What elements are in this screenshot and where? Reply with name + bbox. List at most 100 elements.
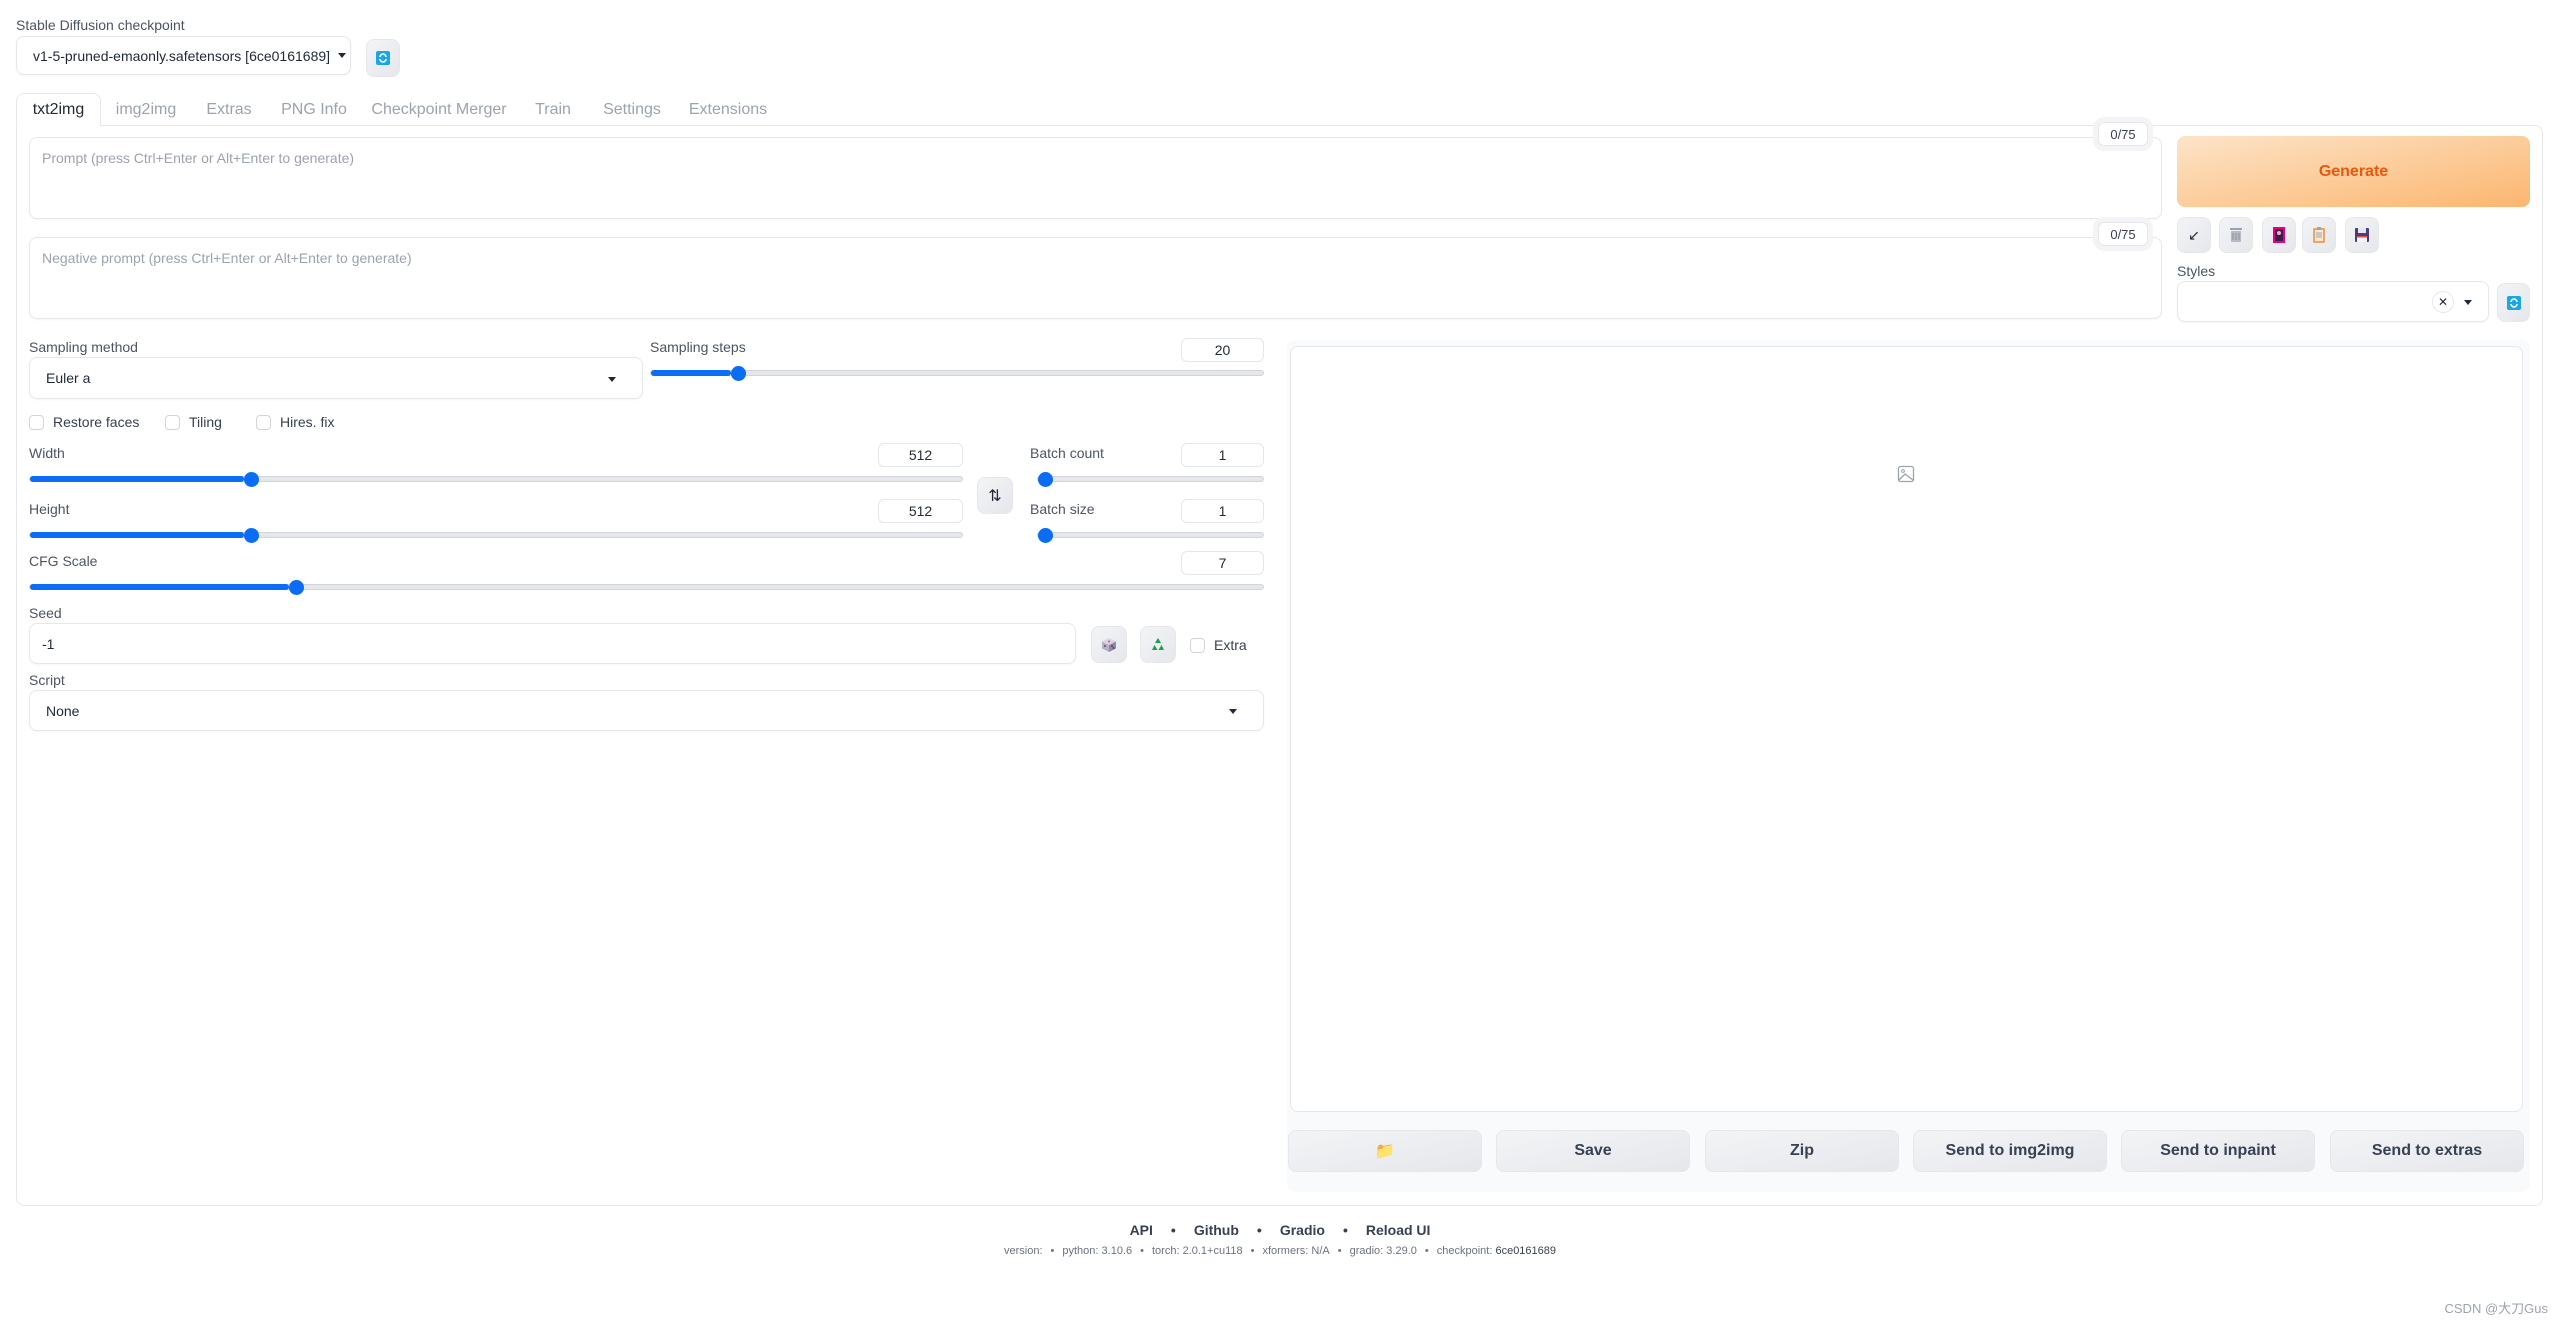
footer-link-gradio[interactable]: Gradio (1280, 1222, 1325, 1238)
swap-arrows-icon: ⇅ (988, 487, 1002, 505)
recycle-icon (1152, 637, 1164, 650)
batch-count-label: Batch count (1030, 445, 1104, 461)
arrow-down-left-icon: ↙ (2188, 226, 2200, 243)
hires-fix-checkbox[interactable] (256, 415, 271, 430)
slider-thumb[interactable] (288, 580, 304, 595)
refresh-styles-button[interactable] (2497, 283, 2530, 322)
tab-png-info[interactable]: PNG Info (272, 93, 356, 126)
folder-icon: 📁 (1375, 1143, 1395, 1160)
tab-img2img[interactable]: img2img (106, 93, 186, 126)
styles-label: Styles (2177, 263, 2216, 279)
dice-icon (1102, 637, 1116, 652)
footer-separator: • (1170, 1222, 1176, 1238)
send-to-extras-button[interactable]: Send to extras (2330, 1130, 2524, 1172)
send-to-inpaint-button[interactable]: Send to inpaint (2121, 1130, 2315, 1172)
zip-button[interactable]: Zip (1705, 1130, 1899, 1172)
chevron-down-icon (2464, 300, 2472, 305)
footer-separator: • (1050, 1245, 1055, 1257)
width-input[interactable]: 512 (878, 443, 963, 467)
slider-thumb[interactable] (730, 366, 746, 381)
version-item: xformers: N/A (1262, 1245, 1329, 1257)
slider-fill (651, 370, 731, 376)
extra-seed-label: Extra (1214, 637, 1247, 653)
batch-size-input[interactable]: 1 (1181, 499, 1264, 523)
tab-train[interactable]: Train (522, 93, 584, 126)
tab-extras[interactable]: Extras (196, 93, 262, 126)
tab-extensions[interactable]: Extensions (680, 93, 776, 126)
apply-style-button[interactable] (2302, 217, 2336, 253)
footer-separator: • (1250, 1245, 1255, 1257)
cfg-scale-slider[interactable] (29, 580, 1264, 595)
checkpoint-label: Stable Diffusion checkpoint (16, 17, 185, 33)
sampling-method-value: Euler a (46, 370, 91, 386)
width-slider[interactable] (29, 472, 963, 487)
styles-dropdown[interactable]: ✕ (2177, 281, 2489, 322)
version-key: torch: (1151, 1245, 1180, 1257)
version-key: checkpoint: (1436, 1245, 1493, 1257)
refresh-checkpoint-button[interactable] (366, 39, 400, 77)
floppy-disk-icon (2355, 228, 2369, 242)
swap-dimensions-button[interactable]: ⇅ (977, 477, 1013, 514)
batch-size-label: Batch size (1030, 501, 1095, 517)
reuse-seed-button[interactable] (1140, 626, 1176, 663)
send-to-img2img-button[interactable]: Send to img2img (1913, 1130, 2107, 1172)
footer-separator: • (1342, 1222, 1348, 1238)
footer-separator: • (1256, 1222, 1262, 1238)
sampling-steps-input[interactable]: 20 (1181, 338, 1264, 362)
batch-count-slider[interactable] (1037, 472, 1264, 487)
chevron-down-icon (608, 377, 616, 382)
footer-link-github[interactable]: Github (1194, 1222, 1239, 1238)
slider-fill (30, 584, 289, 590)
version-value: 6ce0161689 (1495, 1245, 1557, 1257)
seed-label: Seed (29, 605, 62, 621)
prompt-input[interactable]: Prompt (press Ctrl+Enter or Alt+Enter to… (29, 137, 2162, 219)
clear-styles-icon[interactable]: ✕ (2432, 291, 2454, 313)
restore-faces-checkbox[interactable] (29, 415, 44, 430)
batch-size-slider[interactable] (1037, 528, 1264, 543)
negative-prompt-input[interactable]: Negative prompt (press Ctrl+Enter or Alt… (29, 237, 2162, 319)
height-input[interactable]: 512 (878, 499, 963, 523)
seed-value: -1 (42, 635, 55, 652)
version-key: python: (1062, 1245, 1099, 1257)
save-style-button[interactable] (2345, 217, 2379, 253)
random-seed-button[interactable] (1091, 626, 1127, 663)
read-params-button[interactable]: ↙ (2177, 217, 2211, 253)
sampling-steps-slider[interactable] (650, 366, 1264, 381)
clear-prompt-button[interactable] (2219, 217, 2253, 253)
height-slider[interactable] (29, 528, 963, 543)
cfg-scale-label: CFG Scale (29, 553, 98, 569)
sampling-steps-label: Sampling steps (650, 339, 746, 355)
version-key: version: (1003, 1245, 1043, 1257)
open-folder-button[interactable]: 📁 (1288, 1130, 1482, 1172)
output-gallery[interactable] (1290, 346, 2523, 1112)
version-item: version: (1004, 1245, 1043, 1257)
tab-checkpoint-merger[interactable]: Checkpoint Merger (366, 93, 512, 126)
batch-count-input[interactable]: 1 (1181, 443, 1264, 467)
negative-prompt-token-counter: 0/75 (2098, 222, 2148, 246)
seed-input[interactable]: -1 (29, 623, 1076, 664)
slider-thumb[interactable] (1038, 528, 1053, 543)
footer-link-reload-ui[interactable]: Reload UI (1366, 1222, 1431, 1238)
version-item: gradio: 3.29.0 (1350, 1245, 1417, 1257)
tab-settings[interactable]: Settings (594, 93, 670, 126)
slider-thumb[interactable] (1038, 472, 1053, 487)
script-value: None (46, 702, 80, 719)
width-label: Width (29, 445, 65, 461)
show-extra-networks-button[interactable] (2262, 217, 2296, 253)
extra-seed-checkbox[interactable] (1190, 638, 1205, 653)
image-placeholder-icon (1897, 465, 1915, 483)
sampling-method-dropdown[interactable]: Euler a (29, 357, 643, 399)
save-button[interactable]: Save (1496, 1130, 1690, 1172)
version-value: 3.10.6 (1101, 1245, 1133, 1257)
watermark: CSDN @大刀Gus (2444, 1301, 2549, 1316)
tiling-checkbox[interactable] (165, 415, 180, 430)
tab-txt2img[interactable]: txt2img (16, 93, 101, 126)
footer-separator: • (1424, 1245, 1429, 1257)
checkpoint-dropdown[interactable]: v1-5-pruned-emaonly.safetensors [6ce0161… (16, 36, 351, 75)
script-dropdown[interactable]: None (29, 690, 1264, 731)
refresh-icon (2506, 295, 2521, 310)
generate-button[interactable]: Generate (2177, 136, 2530, 207)
cfg-scale-input[interactable]: 7 (1181, 551, 1264, 575)
chevron-down-icon (338, 53, 347, 58)
footer-link-api[interactable]: API (1130, 1222, 1153, 1238)
